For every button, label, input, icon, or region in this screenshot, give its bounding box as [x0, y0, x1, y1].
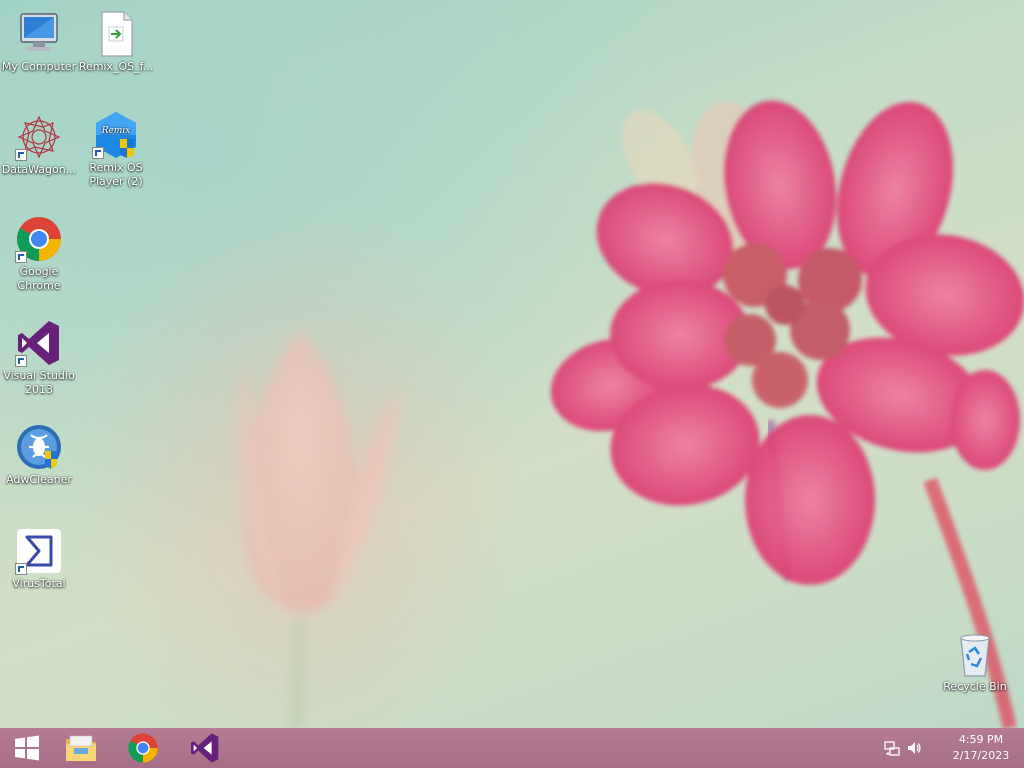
volume-icon[interactable]	[906, 740, 922, 756]
shortcut-arrow-icon	[15, 355, 27, 367]
datawagon-icon	[15, 113, 63, 161]
clock-date: 2/17/2023	[952, 749, 1010, 762]
recycle-bin-icon	[951, 630, 999, 678]
desktop-icon-label: Remix OS Player (2)	[89, 161, 143, 188]
desktop-icon-virustotal[interactable]: VirusTotal	[1, 527, 77, 591]
shortcut-arrow-icon	[15, 251, 27, 263]
desktop-icon-label: My Computer	[1, 60, 77, 73]
clock[interactable]: 4:59 PM 2/17/2023	[944, 732, 1018, 764]
desktop-icon-label: Visual Studio 2013	[3, 369, 75, 396]
start-button[interactable]	[0, 728, 54, 768]
desktop-icon-label: Remix_OS_f...	[78, 60, 154, 73]
desktop-icon-label: DataWagon...	[1, 163, 77, 176]
desktop-icon-label: AdwCleaner	[6, 473, 72, 486]
taskbar: 4:59 PM 2/17/2023	[0, 728, 1024, 768]
taskbar-visual-studio[interactable]	[178, 728, 232, 768]
desktop-icon-adwcleaner[interactable]: AdwCleaner	[1, 423, 77, 487]
chrome-icon	[15, 215, 63, 263]
desktop[interactable]: My Computer Remix_OS_f... DataWagon... R…	[0, 0, 1024, 728]
desktop-icon-remix-file[interactable]: Remix_OS_f...	[78, 10, 154, 74]
my-computer-icon	[15, 10, 63, 58]
taskbar-chrome[interactable]	[116, 728, 170, 768]
desktop-icon-datawagon[interactable]: DataWagon...	[1, 113, 77, 177]
chrome-icon	[128, 733, 158, 763]
virustotal-icon	[15, 527, 63, 575]
shortcut-arrow-icon	[15, 149, 27, 161]
windows-start-icon	[15, 735, 39, 761]
desktop-icon-recycle-bin[interactable]: Recycle Bin	[937, 630, 1013, 694]
shortcut-arrow-icon	[15, 563, 27, 575]
svg-text:Remix: Remix	[101, 126, 131, 136]
desktop-icon-label: Google Chrome	[17, 265, 61, 292]
desktop-icon-label: VirusTotal	[12, 577, 66, 590]
desktop-icon-my-computer[interactable]: My Computer	[1, 10, 77, 74]
desktop-icon-visual-studio[interactable]: Visual Studio 2013	[1, 319, 77, 397]
adwcleaner-icon	[15, 423, 63, 471]
wallpaper-flowers	[238, 100, 1024, 728]
remix-os-player-icon: Remix	[92, 111, 140, 159]
clock-time: 4:59 PM	[958, 733, 1004, 746]
visual-studio-icon	[191, 733, 219, 763]
shortcut-arrow-icon	[92, 147, 104, 159]
remix-file-icon	[92, 10, 140, 58]
network-icon[interactable]	[884, 740, 900, 756]
system-tray: 4:59 PM 2/17/2023	[884, 728, 1024, 768]
desktop-icon-remix-os-player[interactable]: Remix Remix OS Player (2)	[78, 111, 154, 189]
taskbar-file-explorer[interactable]	[54, 728, 108, 768]
desktop-icon-label: Recycle Bin	[943, 680, 1007, 693]
desktop-icon-google-chrome[interactable]: Google Chrome	[1, 215, 77, 293]
visual-studio-icon	[15, 319, 63, 367]
file-explorer-icon	[66, 735, 96, 761]
